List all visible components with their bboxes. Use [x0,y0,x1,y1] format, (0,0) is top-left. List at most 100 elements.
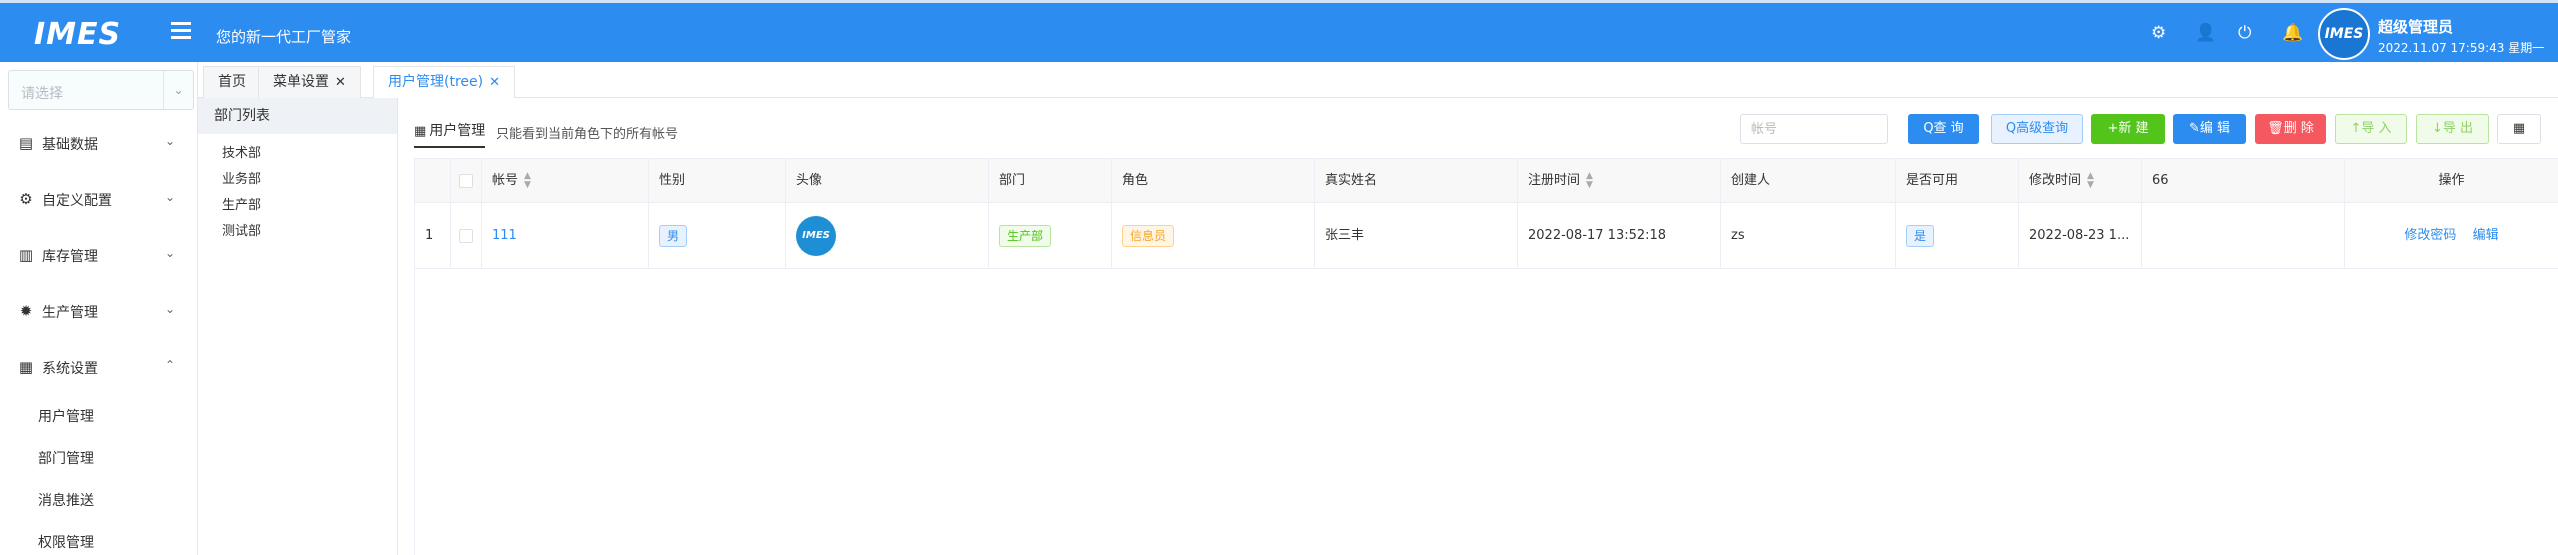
grid-icon: ▦ [18,358,34,376]
tab-user-management-tree[interactable]: 用户管理(tree) ✕ [373,66,515,98]
select-placeholder: 请选择 [21,86,63,102]
user-icon[interactable]: 👤 [2195,23,2216,43]
delete-button[interactable]: 🗑删 除 [2255,114,2326,144]
table-cell-avatar: IMES [786,203,989,269]
column-settings-button[interactable]: ▦ [2497,114,2541,144]
tab-home[interactable]: 首页 [203,66,261,98]
sidebar-subitem-message-push[interactable]: 消息推送 [38,490,94,510]
table-header-modify-time[interactable]: 修改时间 ▲ ▼ [2019,159,2142,203]
tab-menu-settings[interactable]: 菜单设置 ✕ [258,66,361,98]
import-button[interactable]: ↑导 入 [2335,114,2407,144]
sort-icon[interactable]: ▲ ▼ [524,171,531,190]
department-item[interactable]: 业务部 [222,168,261,187]
sidebar-item-basic-data[interactable]: ▤ 基础数据 ⌄ [0,122,198,162]
table-header-role: 角色 [1112,159,1315,203]
sidebar-search-select[interactable]: 请选择 ⌄ [8,70,194,110]
table-header-department: 部门 [989,159,1112,203]
table-cell-department: 生产部 [989,203,1112,269]
table-header-gender: 性别 [649,159,786,203]
query-button[interactable]: Q查 询 [1908,114,1979,144]
close-icon[interactable]: ✕ [335,75,346,90]
chevron-down-icon: ⌄ [165,190,176,204]
edit-button[interactable]: ✎编 辑 [2173,114,2246,144]
sidebar-subitem-department-management[interactable]: 部门管理 [38,448,94,468]
edit-icon: ✎ [2188,121,2200,136]
page-title-tab[interactable]: ▦ 用户管理 [414,120,486,148]
gear-icon[interactable]: ⚙ [2151,23,2166,43]
close-icon[interactable]: ✕ [489,75,500,90]
select-all-checkbox[interactable] [459,173,473,188]
button-label: 删 除 [2283,121,2314,136]
column-label: 性别 [659,173,686,188]
advanced-query-button[interactable]: Q高级查询 [1991,114,2083,144]
table-header-index [415,159,451,203]
account-link[interactable]: 111 [492,228,517,243]
sidebar-subitem-user-management[interactable]: 用户管理 [38,406,94,426]
table-header-actions: 操作 [2345,159,2558,203]
chevron-up-icon: ⌃ [165,358,176,372]
department-item[interactable]: 测试部 [222,220,261,239]
table-header-creator: 创建人 [1721,159,1896,203]
row-checkbox[interactable] [459,228,473,243]
add-button[interactable]: +新 建 [2091,114,2165,144]
sidebar-item-production[interactable]: ✹ 生产管理 ⌄ [0,290,198,330]
chevron-down-icon[interactable]: ⌄ [163,71,193,109]
chevron-down-icon: ⌄ [165,246,176,260]
role-tag: 信息员 [1122,224,1175,247]
page-title: 用户管理 [429,123,486,139]
gear-icon: ✹ [19,302,33,320]
department-item[interactable]: 生产部 [222,194,261,213]
row-avatar-image[interactable]: IMES [796,215,836,256]
menu-toggle-icon[interactable] [171,22,191,39]
table-header-register-time[interactable]: 注册时间 ▲ ▼ [1518,159,1721,203]
document-icon: ▤ [18,134,34,152]
table-cell-enabled: 是 [1896,203,2019,269]
power-icon[interactable]: ⏻ [2238,23,2251,43]
table-header-real-name: 真实姓名 [1315,159,1518,203]
user-avatar[interactable]: IMES [2318,8,2370,60]
column-label: 是否可用 [1906,173,1959,188]
sidebar-item-custom-config[interactable]: ⚙ 自定义配置 ⌄ [0,178,198,218]
bell-icon[interactable]: 🔔 [2282,23,2303,43]
sidebar-item-label: 系统设置 [42,361,98,377]
department-list-title: 部门列表 [198,98,397,134]
column-label: 注册时间 [1528,173,1581,188]
table-cell-actions: 修改密码 编辑 [2345,203,2558,269]
sort-icon[interactable]: ▲ ▼ [2087,171,2094,190]
table-cell-real-name: 张三丰 [1315,203,1518,269]
trash-icon: 🗑 [2267,121,2284,136]
table-cell-account[interactable]: 111 [482,203,649,269]
export-button[interactable]: ↓导 出 [2416,114,2489,144]
department-item[interactable]: 技术部 [222,142,261,161]
department-tag: 生产部 [999,224,1052,247]
button-label: 编 辑 [2199,121,2231,136]
sidebar: 请选择 ⌄ ▤ 基础数据 ⌄ ⚙ 自定义配置 ⌄ ▥ 库存管理 ⌄ ✹ 生产管理… [0,62,198,555]
top-bar: IMES 您的新一代工厂管家 ⚙ 👤 ⏻ 🔔 IMES 超级管理员 2022.1… [0,0,2558,62]
reset-password-link[interactable]: 修改密码 [2404,228,2456,243]
sort-icon[interactable]: ▲ ▼ [1586,171,1593,190]
column-label: 角色 [1122,173,1149,188]
edit-link[interactable]: 编辑 [2473,228,2499,243]
sidebar-item-system-settings[interactable]: ▦ 系统设置 ⌃ [0,346,198,386]
table-cell-index: 1 [415,203,451,269]
main-content: ▦用户管理 只能看到当前角色下的所有帐号 Q查 询 Q高级查询 +新 建 ✎编 … [400,98,2558,555]
user-name[interactable]: 超级管理员 [2378,16,2453,37]
table-cell-register-time: 2022-08-17 13:52:18 [1518,203,1721,269]
settings-icon: ⚙ [19,190,33,208]
table-cell-gender: 男 [649,203,786,269]
table-cell-role: 信息员 [1112,203,1315,269]
account-search-input[interactable] [1740,114,1888,144]
gender-tag: 男 [659,224,688,247]
app-slogan: 您的新一代工厂管家 [216,28,352,46]
chevron-down-icon: ⌄ [165,134,176,148]
table-header-select [451,159,482,203]
page-subtitle: 只能看到当前角色下的所有帐号 [496,127,679,142]
warehouse-icon: ▥ [18,246,34,264]
table-cell-66 [2142,203,2345,269]
tab-label: 首页 [218,74,246,90]
tab-bar: 首页 菜单设置 ✕ 用户管理(tree) ✕ [198,62,2558,98]
sidebar-subitem-permission-management[interactable]: 权限管理 [38,532,94,552]
table-header-account[interactable]: 帐号 ▲ ▼ [482,159,649,203]
sidebar-item-inventory[interactable]: ▥ 库存管理 ⌄ [0,234,198,274]
table-header-66: 66 [2142,159,2345,203]
